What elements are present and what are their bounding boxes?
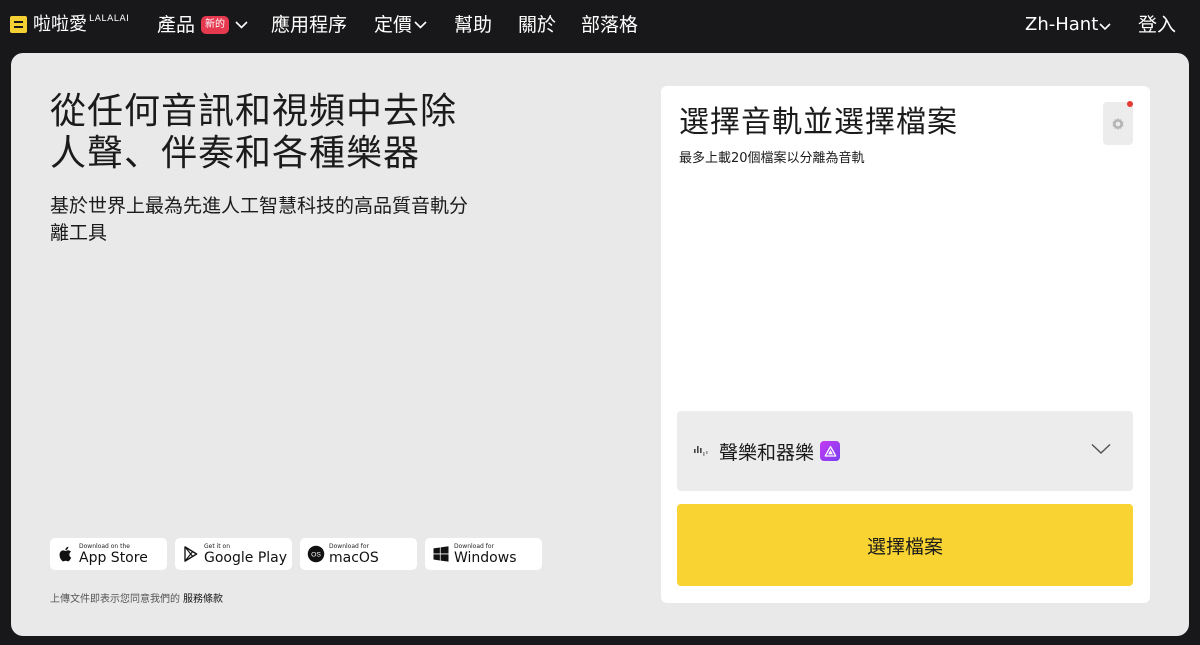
gear-icon (1112, 117, 1124, 130)
hero-title-line2: 人聲、伴奏和各種樂器 (50, 133, 421, 174)
apple-icon (59, 546, 72, 562)
logo-superscript: LALALAI (89, 14, 130, 24)
settings-button[interactable] (1103, 101, 1133, 145)
login-link[interactable]: 登入 (1138, 12, 1176, 38)
hero-title-line1: 從任何音訊和視頻中去除 (50, 91, 458, 132)
app-store-button[interactable]: Download on the App Store (50, 538, 167, 570)
notification-dot (1127, 101, 1133, 107)
nav-item-help[interactable]: 幫助 (454, 12, 492, 38)
stem-type-label: 聲樂和器樂 (719, 441, 815, 464)
nav-item-pricing[interactable]: 定價 (374, 12, 427, 38)
svg-text:OS: OS (311, 552, 321, 559)
main-card: 從任何音訊和視頻中去除 人聲、伴奏和各種樂器 基於世界上最為先進人工智慧科技的高… (11, 53, 1189, 636)
login-label: 登入 (1138, 14, 1177, 36)
macos-button[interactable]: OS Download for macOS (300, 538, 417, 570)
language-selector[interactable]: Zh-Hant (1025, 12, 1111, 38)
new-badge: 新的 (201, 16, 230, 34)
store-small-text: Download on the (79, 542, 130, 550)
language-label: Zh-Hant (1025, 14, 1099, 35)
store-big-text: macOS (329, 549, 379, 566)
chevron-down-icon (235, 21, 248, 29)
panel-subtitle: 最多上載20個檔案以分離為音軌 (679, 151, 865, 166)
store-small-text: Download for (329, 542, 369, 550)
store-big-text: App Store (79, 549, 148, 566)
chevron-down-icon (1091, 443, 1111, 455)
terms-text: 上傳文件即表示您同意我們的 (50, 594, 180, 605)
nav-item-label: 幫助 (454, 14, 493, 36)
nav-item-label: 部落格 (581, 14, 639, 36)
stem-type-select[interactable]: 聲樂和器樂 (677, 411, 1133, 491)
nav-item-blog[interactable]: 部落格 (581, 12, 638, 38)
store-small-text: Get it on (204, 542, 231, 550)
chevron-down-icon (414, 21, 427, 29)
macos-icon: OS (307, 545, 325, 563)
chevron-down-icon (1099, 22, 1111, 30)
nav-item-label: 定價 (374, 14, 413, 36)
terms-link[interactable]: 服務條款 (183, 594, 223, 605)
nav-item-about[interactable]: 關於 (518, 12, 556, 38)
logo-icon (10, 16, 27, 33)
google-play-icon (184, 546, 198, 562)
nav-item-apps[interactable]: 應用程序 (271, 12, 347, 38)
windows-button[interactable]: Download for Windows (425, 538, 542, 570)
terms-notice: 上傳文件即表示您同意我們的 服務條款 (50, 590, 223, 605)
hero-title: 從任何音訊和視頻中去除 人聲、伴奏和各種樂器 (50, 91, 520, 175)
store-small-text: Download for (454, 542, 494, 550)
pro-badge-icon (820, 441, 841, 461)
nav-item-products[interactable]: 產品 新的 (157, 12, 248, 38)
store-buttons: Download on the App Store Get it on Goog… (50, 538, 542, 570)
nav-item-label: 應用程序 (271, 14, 348, 36)
waveform-icon (694, 446, 708, 456)
google-play-button[interactable]: Get it on Google Play (175, 538, 292, 570)
choose-file-button[interactable]: 選擇檔案 (677, 504, 1133, 586)
nav-item-label: 產品 (157, 14, 196, 36)
logo[interactable]: 啦啦愛 LALALAI (10, 13, 129, 37)
nav-item-label: 關於 (518, 14, 557, 36)
hero-subtitle: 基於世界上最為先進人工智慧科技的高品質音軌分離工具 (50, 195, 469, 244)
store-big-text: Google Play (204, 549, 288, 566)
store-big-text: Windows (454, 549, 517, 566)
top-nav: 啦啦愛 LALALAI 產品 新的 應用程序 定價 幫助 關於 部落格 Zh-H… (0, 0, 1200, 52)
upload-panel: 選擇音軌並選擇檔案 最多上載20個檔案以分離為音軌 聲樂和器樂 選擇檔案 (661, 86, 1150, 603)
logo-text: 啦啦愛 (33, 14, 87, 35)
windows-icon (433, 546, 449, 562)
panel-title: 選擇音軌並選擇檔案 (679, 105, 958, 140)
